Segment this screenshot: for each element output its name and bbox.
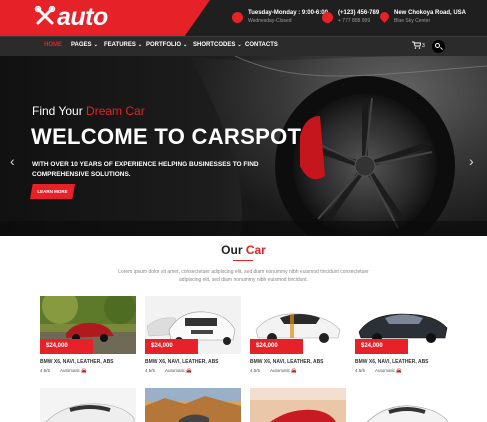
chevron-down-icon: ⌄ (93, 42, 98, 48)
hours-title: Tuesday-Monday : 9:00-6:00 (248, 10, 328, 16)
address-info: New Chokoya Road, USA Blue Sky Center (378, 9, 467, 25)
car-card[interactable]: $24,000 BMW X6, NAVI, LEATHER, ABS 4.5/5… (355, 296, 451, 376)
car-rating: 4.5/5 (145, 368, 156, 373)
car-card[interactable]: $24,000 BMW X6, NAVI, LEATHER, ABS 4.5/5… (250, 296, 346, 376)
car-card[interactable]: $24,000 BMW X6, NAVI, LEATHER, ABS 4.5/5… (40, 296, 136, 376)
chevron-right-icon[interactable]: › (469, 153, 474, 169)
nav-label: CONTACTS (245, 42, 278, 48)
car-name[interactable]: BMW X6, NAVI, LEATHER, ABS (355, 359, 429, 365)
nav-label: PAGES (71, 42, 92, 48)
phone-title[interactable]: (+123) 456-789 (338, 9, 379, 17)
car-name[interactable]: BMW X6, NAVI, LEATHER, ABS (250, 359, 324, 365)
car-card-image[interactable] (250, 388, 346, 422)
price-tag: $24,000 (250, 339, 346, 354)
hero-title: WELCOME TO CARSPOT (31, 124, 302, 149)
hours-sub: Wednesday-Closed (248, 18, 292, 24)
chevron-left-icon[interactable]: ‹ (10, 153, 15, 169)
car-rating: 4.5/5 (40, 368, 51, 373)
chevron-down-icon: ⌄ (237, 42, 242, 48)
nav-label: SHORTCODES (193, 42, 236, 48)
search-icon (435, 43, 440, 48)
car-card-image[interactable] (145, 388, 241, 422)
search-button[interactable] (432, 40, 445, 53)
price-tag: $24,000 (355, 339, 451, 354)
price-label: $24,000 (151, 343, 173, 349)
car-icon: 🚘 (396, 368, 402, 373)
address-sub: Blue Sky Center (394, 18, 431, 24)
nav-item-pages[interactable]: PAGES ⌄ (71, 42, 98, 48)
chevron-down-icon: ⌄ (183, 42, 188, 48)
price-label: $24,000 (256, 343, 278, 349)
hero-subtitle: Find Your Dream Car (32, 104, 145, 118)
car-card-image[interactable] (355, 388, 451, 422)
price-tag: $24,000 (145, 339, 241, 354)
car-meta: 4.5/5 Automatic 🚘 (145, 368, 192, 374)
car-card[interactable]: $24,000 BMW X6, NAVI, LEATHER, ABS 4.5/5… (145, 296, 241, 376)
nav-label: FEATURES (104, 42, 136, 48)
chevron-down-icon: ⌄ (137, 42, 143, 48)
car-transmission: Automatic (60, 368, 81, 373)
wrench-icon (34, 6, 56, 25)
car-icon: 🚘 (186, 368, 192, 373)
price-tag: $24,000 (40, 339, 136, 354)
learn-more-button[interactable]: LEARN MORE (30, 184, 75, 199)
hero-text: WITH OVER 10 YEARS OF EXPERIENCE HELPING… (32, 161, 259, 178)
car-icon: 🚘 (81, 368, 87, 373)
logo[interactable]: auto (0, 0, 210, 36)
section-description: Lorem ipsum dolor sit amet, consectetuer… (118, 269, 369, 283)
price-label: $24,000 (361, 343, 383, 349)
car-transmission: Automatic (375, 368, 396, 373)
car-meta: 4.5/5 Automatic 🚘 (40, 368, 87, 374)
hero-subtitle-prefix: Find Your (32, 104, 87, 118)
phone-sub[interactable]: + 777 888 999 (338, 17, 379, 25)
section-title-prefix: Our (221, 243, 246, 257)
nav-label: HOME (44, 42, 62, 48)
hero-subtitle-highlight: Dream Car (86, 104, 145, 118)
main-nav: HOME PAGES ⌄ FEATURES ⌄ PORTFOLIO ⌄ SHORTCO… (0, 36, 487, 56)
nav-item-portfolio[interactable]: PORTFOLIO ⌄ (146, 42, 187, 48)
address-title: New Chokoya Road, USA (394, 10, 467, 16)
car-meta: 4.5/5 Automatic 🚘 (250, 368, 297, 374)
car-card-image[interactable] (40, 388, 136, 422)
title-divider (233, 260, 253, 261)
nav-label: PORTFOLIO (146, 42, 181, 48)
nav-item-shortcodes[interactable]: SHORTCODES ⌄ (193, 42, 242, 48)
nav-item-contacts[interactable]: CONTACTS (245, 42, 278, 48)
car-name[interactable]: BMW X6, NAVI, LEATHER, ABS (40, 359, 114, 365)
nav-item-home[interactable]: HOME (44, 42, 62, 48)
clock-icon (232, 12, 243, 23)
car-meta: 4.5/5 Automatic 🚘 (355, 368, 402, 374)
car-transmission: Automatic (270, 368, 291, 373)
cart-count: 3 (422, 43, 425, 49)
price-label: $24,000 (46, 343, 68, 349)
car-transmission: Automatic (165, 368, 186, 373)
hero-slider: Find Your Dream Car WELCOME TO CARSPOT W… (0, 56, 487, 236)
car-rating: 4.5/5 (355, 368, 366, 373)
map-pin-icon (378, 10, 391, 23)
section-title-highlight: Car (245, 243, 266, 257)
car-rating: 4.5/5 (250, 368, 261, 373)
car-name[interactable]: BMW X6, NAVI, LEATHER, ABS (145, 359, 219, 365)
phone-info: (+123) 456-789 + 777 888 999 (322, 9, 379, 25)
shopping-cart-icon[interactable] (412, 41, 422, 51)
section-title: Our Car (0, 243, 487, 257)
top-bar: auto Tuesday-Monday : 9:00-6:00 Wednesda… (0, 0, 487, 36)
phone-icon (322, 12, 333, 23)
logo-text: auto (57, 3, 108, 31)
opening-hours: Tuesday-Monday : 9:00-6:00 Wednesday-Clo… (232, 9, 328, 25)
nav-item-features[interactable]: FEATURES ⌄ (104, 42, 142, 48)
car-icon: 🚘 (291, 368, 297, 373)
